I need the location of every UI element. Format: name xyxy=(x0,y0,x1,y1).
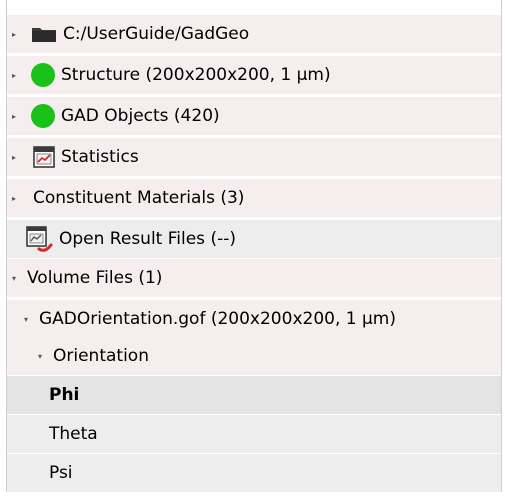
tree-item-volume-files[interactable]: ▾ Volume Files (1) xyxy=(7,259,501,297)
tree-item-gad-orientation-file[interactable]: ▾ GADOrientation.gof (200x200x200, 1 µm) xyxy=(7,300,501,338)
collapse-arrow-icon[interactable]: ▾ xyxy=(9,274,19,283)
green-status-icon xyxy=(31,104,61,128)
tree-item-label: C:/UserGuide/GadGeo xyxy=(63,24,250,44)
tree-item-label: Theta xyxy=(49,424,98,444)
result-files-icon xyxy=(25,225,59,253)
tree-item-constituent-materials[interactable]: ▸ Constituent Materials (3) xyxy=(7,179,501,217)
tree-item-gad-objects[interactable]: ▸ GAD Objects (420) xyxy=(7,97,501,135)
tree-item-label: Psi xyxy=(49,463,73,483)
green-status-icon xyxy=(31,63,61,87)
tree-item-label: Structure (200x200x200, 1 µm) xyxy=(61,65,331,85)
collapse-arrow-icon[interactable]: ▾ xyxy=(21,315,31,324)
statistics-icon xyxy=(33,146,61,168)
tree-item-psi[interactable]: Psi xyxy=(7,454,501,492)
tree-item-statistics[interactable]: ▸ Statistics xyxy=(7,138,501,176)
tree-item-label: Volume Files (1) xyxy=(27,268,163,288)
tree-item-label: Orientation xyxy=(53,346,149,366)
expand-arrow-icon[interactable]: ▸ xyxy=(9,30,19,39)
tree-item-label: Open Result Files (--) xyxy=(59,229,236,249)
expand-arrow-icon[interactable]: ▸ xyxy=(9,153,19,162)
tree-item-theta[interactable]: Theta xyxy=(7,415,501,453)
expand-arrow-icon[interactable]: ▸ xyxy=(9,71,19,80)
folder-icon xyxy=(31,25,63,43)
tree-panel: ▸ C:/UserGuide/GadGeo ▸ Structure (200x2… xyxy=(6,0,502,492)
tree-item-open-result-files[interactable]: Open Result Files (--) xyxy=(7,220,501,258)
tree-item-label: GAD Objects (420) xyxy=(61,106,220,126)
tree-item-label: Constituent Materials (3) xyxy=(33,188,245,208)
tree-item-label: Phi xyxy=(49,385,80,405)
tree-item-orientation[interactable]: ▾ Orientation xyxy=(7,337,501,375)
expand-arrow-icon[interactable]: ▸ xyxy=(9,112,19,121)
tree-item-label: Statistics xyxy=(61,147,139,167)
tree-item-phi[interactable]: Phi xyxy=(7,376,501,414)
tree-item-root-folder[interactable]: ▸ C:/UserGuide/GadGeo xyxy=(7,15,501,53)
collapse-arrow-icon[interactable]: ▾ xyxy=(35,352,45,361)
tree-item-label: GADOrientation.gof (200x200x200, 1 µm) xyxy=(39,309,396,329)
tree-item-structure[interactable]: ▸ Structure (200x200x200, 1 µm) xyxy=(7,56,501,94)
expand-arrow-icon[interactable]: ▸ xyxy=(9,194,19,203)
